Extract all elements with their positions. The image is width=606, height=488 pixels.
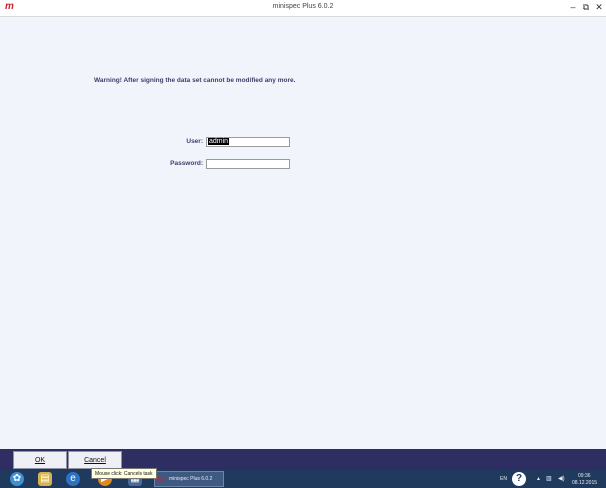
help-icon[interactable]: ? [512, 472, 526, 486]
minimize-button[interactable]: – [567, 2, 579, 12]
restore-button[interactable]: ⧉ [580, 2, 592, 13]
password-field[interactable] [206, 159, 290, 169]
cancel-button[interactable]: Cancel [68, 451, 122, 469]
user-value: admin [208, 138, 230, 145]
internet-explorer-icon[interactable]: e [66, 472, 80, 486]
minispec-icon: m [157, 474, 166, 484]
user-field[interactable]: admin [206, 137, 290, 147]
start-icon[interactable]: ✿ [10, 472, 24, 486]
user-label: User: [186, 138, 203, 145]
warning-text: Warning! After signing the data set cann… [94, 77, 296, 84]
file-explorer-icon[interactable]: ▤ [38, 472, 52, 486]
clock-date[interactable]: 08.12.2015 [572, 480, 597, 486]
taskbar-app-minispec[interactable]: m minispec Plus 6.0.2 [154, 471, 224, 487]
signing-form: Warning! After signing the data set cann… [0, 17, 606, 449]
password-label: Password: [170, 160, 203, 167]
tray-expand-icon[interactable]: ▲ [536, 476, 541, 482]
taskbar-app-label: minispec Plus 6.0.2 [169, 476, 213, 482]
clock-time[interactable]: 09:36 [578, 473, 591, 479]
language-indicator[interactable]: EN [500, 476, 507, 482]
window-title: minispec Plus 6.0.2 [272, 3, 334, 10]
network-icon[interactable]: ▥ [546, 475, 552, 482]
close-button[interactable]: ✕ [593, 2, 605, 13]
ok-button[interactable]: OK [13, 451, 67, 469]
volume-icon[interactable]: ◀) [558, 475, 565, 482]
title-bar: m minispec Plus 6.0.2 – ⧉ ✕ [0, 0, 606, 17]
cancel-tooltip: Mouse click: Cancels task [91, 468, 157, 479]
